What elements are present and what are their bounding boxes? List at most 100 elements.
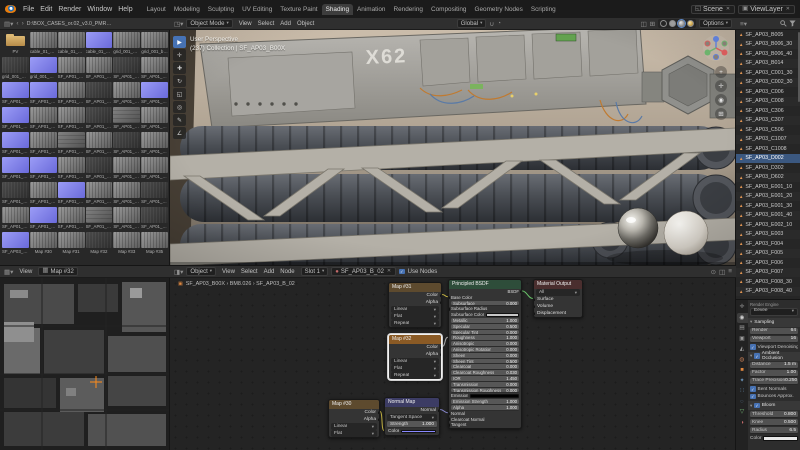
node-menu-node[interactable]: Node (277, 269, 297, 275)
texture-thumbnail[interactable]: SF_AP01_A_0 (58, 57, 85, 81)
socket-color[interactable] (440, 294, 441, 298)
outliner-item[interactable]: ▲SF_AP03_E002_10 (736, 220, 800, 230)
node-menu-select[interactable]: Select (238, 269, 261, 275)
menu-window[interactable]: Window (84, 6, 115, 13)
texture-thumbnail[interactable]: SF_AP01_C_0 (113, 207, 140, 231)
texture-thumbnail[interactable]: SF_AP01_B_0 (2, 157, 29, 181)
node-output[interactable]: Material OutputAll▾SurfaceVolumeDisplace… (533, 279, 583, 318)
tab-uv-editing[interactable]: UV Editing (238, 4, 276, 15)
node-dropdown-all[interactable]: All▾ (536, 289, 580, 296)
viewport-menu-object[interactable]: Object (294, 21, 317, 27)
orientation-selector[interactable]: Global▾ (457, 19, 487, 28)
texture-thumbnail[interactable]: cable_01_N… (86, 32, 113, 56)
node-dropdown-linear[interactable]: Linear▾ (391, 358, 439, 365)
node-slider-transmission[interactable]: Transmission0.000 (451, 382, 519, 388)
solid-shading-icon[interactable] (669, 20, 676, 27)
texture-thumbnail-grid[interactable]: PVcable_01_b…cable_01_M…cable_01_N…grid_… (0, 30, 170, 258)
prop-color[interactable]: Color (750, 435, 798, 442)
outliner-item[interactable]: ▲SF_AP03_D002 (736, 154, 800, 164)
prop-trace-precision[interactable]: Trace Precision0.250 (750, 378, 798, 385)
node-slider-ior[interactable]: IOR1.450 (451, 376, 519, 382)
options-dropdown[interactable]: Options▾ (699, 19, 732, 28)
snapping-icon[interactable]: ≡ (728, 268, 732, 275)
texture-thumbnail[interactable]: SF_AP01_C_0 (86, 182, 113, 206)
render-engine-dropdown[interactable]: Eevee▾ (750, 308, 798, 316)
socket-normal[interactable] (449, 412, 450, 416)
texture-thumbnail[interactable]: SF_AP01_B_0 (86, 107, 113, 131)
properties-tab-material[interactable]: ◑ (737, 418, 748, 428)
texture-thumbnail[interactable]: SF_AP01_C_0 (113, 157, 140, 181)
node-menu-add[interactable]: Add (261, 269, 278, 275)
socket-alpha[interactable] (440, 301, 441, 305)
image-selector[interactable]: ▦ Map #32 (38, 267, 78, 276)
material-preview-shading-icon[interactable] (678, 20, 685, 27)
texture-thumbnail[interactable]: SF_AP01_B_0 (2, 132, 29, 156)
prop-viewport[interactable]: Viewport16 (750, 336, 798, 343)
scene-unlink-icon[interactable]: ✕ (725, 7, 731, 12)
select-box-tool[interactable]: ▶ (173, 36, 186, 48)
outliner-item[interactable]: ▲SF_AP03_B014 (736, 59, 800, 69)
proportional-edit-icon[interactable]: ◔ (497, 20, 501, 27)
viewport-menu-view[interactable]: View (236, 21, 255, 27)
texture-thumbnail[interactable]: SF_AP01_C_0 (141, 182, 168, 206)
texture-thumbnail[interactable]: SF_AP01_B_0 (30, 132, 57, 156)
node-slider-strength[interactable]: Strength1.000 (387, 421, 437, 428)
prop-distance[interactable]: Distance1.5 m (750, 362, 798, 369)
outliner-item[interactable]: ▲SF_AP03_D602 (736, 173, 800, 183)
outliner-item[interactable]: ▲SF_AP03_D302 (736, 163, 800, 173)
texture-thumbnail[interactable]: SF_AP01_A_0 (141, 57, 168, 81)
measure-tool[interactable]: ∠ (173, 127, 186, 139)
texture-thumbnail[interactable]: SF_AP01_C_0 (141, 207, 168, 231)
material-unlink-icon[interactable]: ✕ (386, 269, 392, 274)
node-map32[interactable]: Map #32ColorAlphaLinear▾Flat▾Repeat▾ (388, 334, 442, 380)
outliner-item[interactable]: ▲SF_AP03_F005 (736, 249, 800, 259)
tab-shading[interactable]: Shading (322, 4, 353, 15)
tab-sculpting[interactable]: Sculpting (204, 4, 238, 15)
outliner-editor-icon[interactable]: ≡▾ (740, 20, 747, 28)
material-selector[interactable]: ● SF_AP03_B_02 ✕ (331, 267, 396, 276)
texture-thumbnail[interactable]: Map #33 (113, 232, 140, 256)
prop-factor[interactable]: Factor1.00 (750, 370, 798, 377)
texture-thumbnail[interactable]: SF_AP01_B_0 (113, 132, 140, 156)
node-dropdown-repeat[interactable]: Repeat▾ (391, 320, 439, 327)
snap-magnet-icon[interactable]: ∪ (489, 20, 494, 28)
scale-tool[interactable]: ◱ (173, 88, 186, 100)
texture-thumbnail[interactable]: SF_AP01_B_0 (30, 107, 57, 131)
use-nodes-checkbox[interactable]: ✓ (399, 269, 405, 275)
texture-thumbnail[interactable]: grid_001_N… (30, 57, 57, 81)
texture-thumbnail[interactable]: SF_AP01_B_0 (58, 157, 85, 181)
properties-tab-physics[interactable]: ◌ (737, 397, 748, 407)
section-checkbox[interactable]: ✓ (754, 403, 760, 409)
properties-tab-scene[interactable]: ◭ (737, 344, 748, 354)
image-menu-view[interactable]: View (16, 269, 35, 275)
outliner-item[interactable]: ▲SF_AP03_C002_30 (736, 78, 800, 88)
viewport-menu-select[interactable]: Select (255, 21, 278, 27)
outliner-item[interactable]: ▲SF_AP03_C001_30 (736, 68, 800, 78)
properties-tab-data[interactable]: ▽ (737, 407, 748, 417)
ortho-toggle-icon[interactable]: ⊞ (715, 108, 727, 120)
material-slot-selector[interactable]: Slot 1▾ (301, 267, 329, 276)
node-dropdown-flat[interactable]: Flat▾ (391, 365, 439, 372)
outliner-item[interactable]: ▲SF_AP03_C1008 (736, 144, 800, 154)
socket-alpha[interactable] (378, 418, 379, 422)
file-path[interactable]: D:\BOX_CASES_or.02_v3.0_PMR… (27, 21, 112, 27)
menu-render[interactable]: Render (55, 6, 84, 13)
texture-thumbnail[interactable]: SF_AP01_B_0 (2, 107, 29, 131)
texture-thumbnail[interactable]: SF_AP01_C_0 (30, 207, 57, 231)
rotate-tool[interactable]: ↻ (173, 75, 186, 87)
texture-thumbnail[interactable]: SF_AP01_A_0 (113, 82, 140, 106)
prop-bent-normals[interactable]: ✓Bent Normals (750, 386, 798, 393)
node-slider-specular[interactable]: Specular0.500 (451, 324, 519, 330)
tab-compositing[interactable]: Compositing (427, 4, 471, 15)
viewport-editor-icon[interactable]: ◳▾ (174, 20, 183, 28)
prop-radius[interactable]: Radius6.5 (750, 427, 798, 434)
node-dropdown-repeat[interactable]: Repeat▾ (391, 372, 439, 379)
tab-animation[interactable]: Animation (353, 4, 389, 15)
outliner-item[interactable]: ▲SF_AP03_C006 (736, 87, 800, 97)
properties-tab-view-layer[interactable]: ▣ (737, 334, 748, 344)
outliner-item[interactable]: ▲SF_AP03_C1007 (736, 135, 800, 145)
properties-tab-output[interactable]: ▤ (737, 323, 748, 333)
viewport-menu-add[interactable]: Add (277, 21, 294, 27)
node-dropdown-flat[interactable]: Flat▾ (331, 430, 377, 437)
texture-thumbnail[interactable]: grid_001_b… (141, 32, 168, 56)
